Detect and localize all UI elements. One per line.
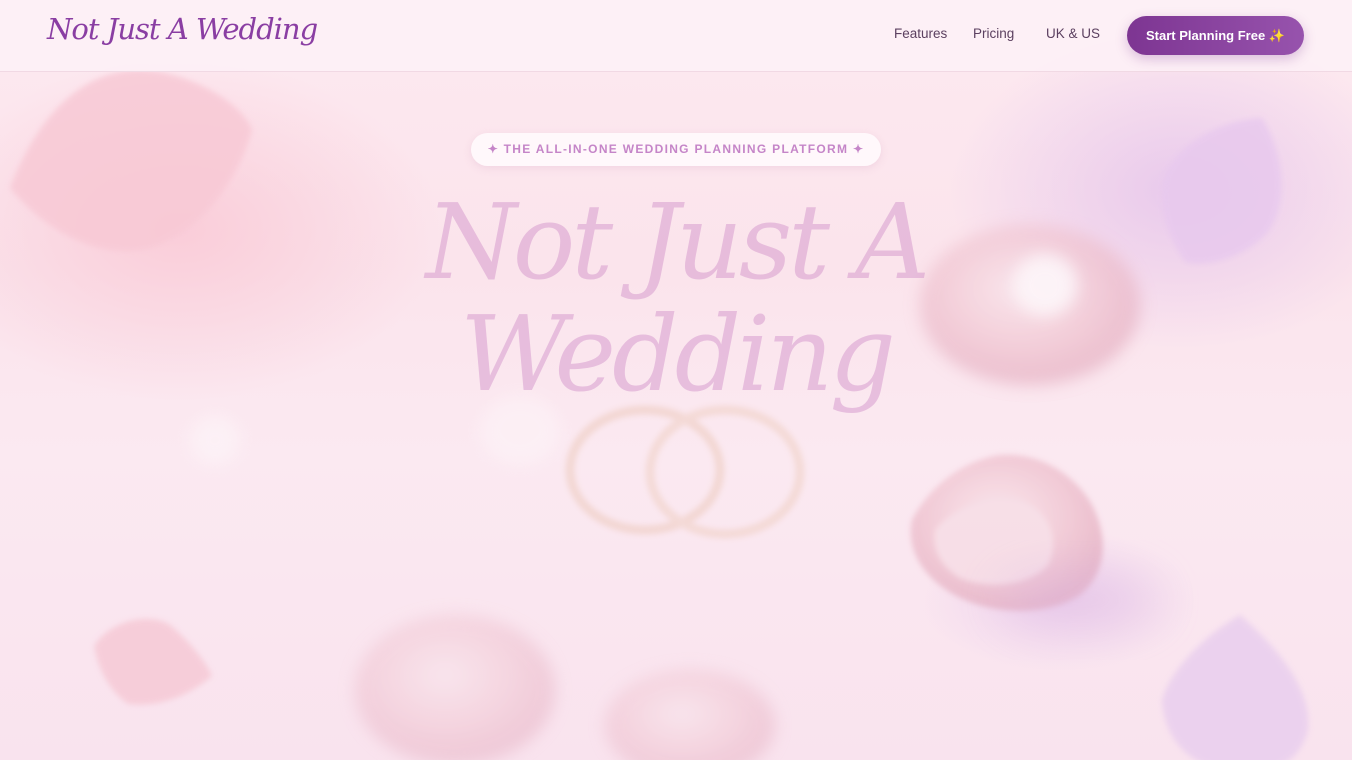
nav-link-pricing[interactable]: Pricing xyxy=(973,26,1014,41)
start-planning-free-button[interactable]: Start Planning Free ✨ xyxy=(1127,16,1304,55)
site-header: Not Just A Wedding Features Pricing UK &… xyxy=(0,0,1352,72)
hero-title: Not Just A Wedding xyxy=(326,186,1026,410)
logo[interactable]: Not Just A Wedding xyxy=(47,12,318,46)
nav-link-uk-us[interactable]: UK & US xyxy=(1046,26,1100,41)
wedding-rings-decoration xyxy=(565,405,805,539)
petal-decoration xyxy=(94,618,212,705)
hero-title-line-2: Wedding xyxy=(460,293,896,415)
rose-decoration xyxy=(355,615,775,760)
petal-decoration xyxy=(1162,615,1309,760)
nav-link-features[interactable]: Features xyxy=(894,26,947,41)
tagline-badge: ✦ THE ALL-IN-ONE WEDDING PLANNING PLATFO… xyxy=(471,133,881,166)
hero-title-line-1: Not Just A xyxy=(425,181,930,303)
